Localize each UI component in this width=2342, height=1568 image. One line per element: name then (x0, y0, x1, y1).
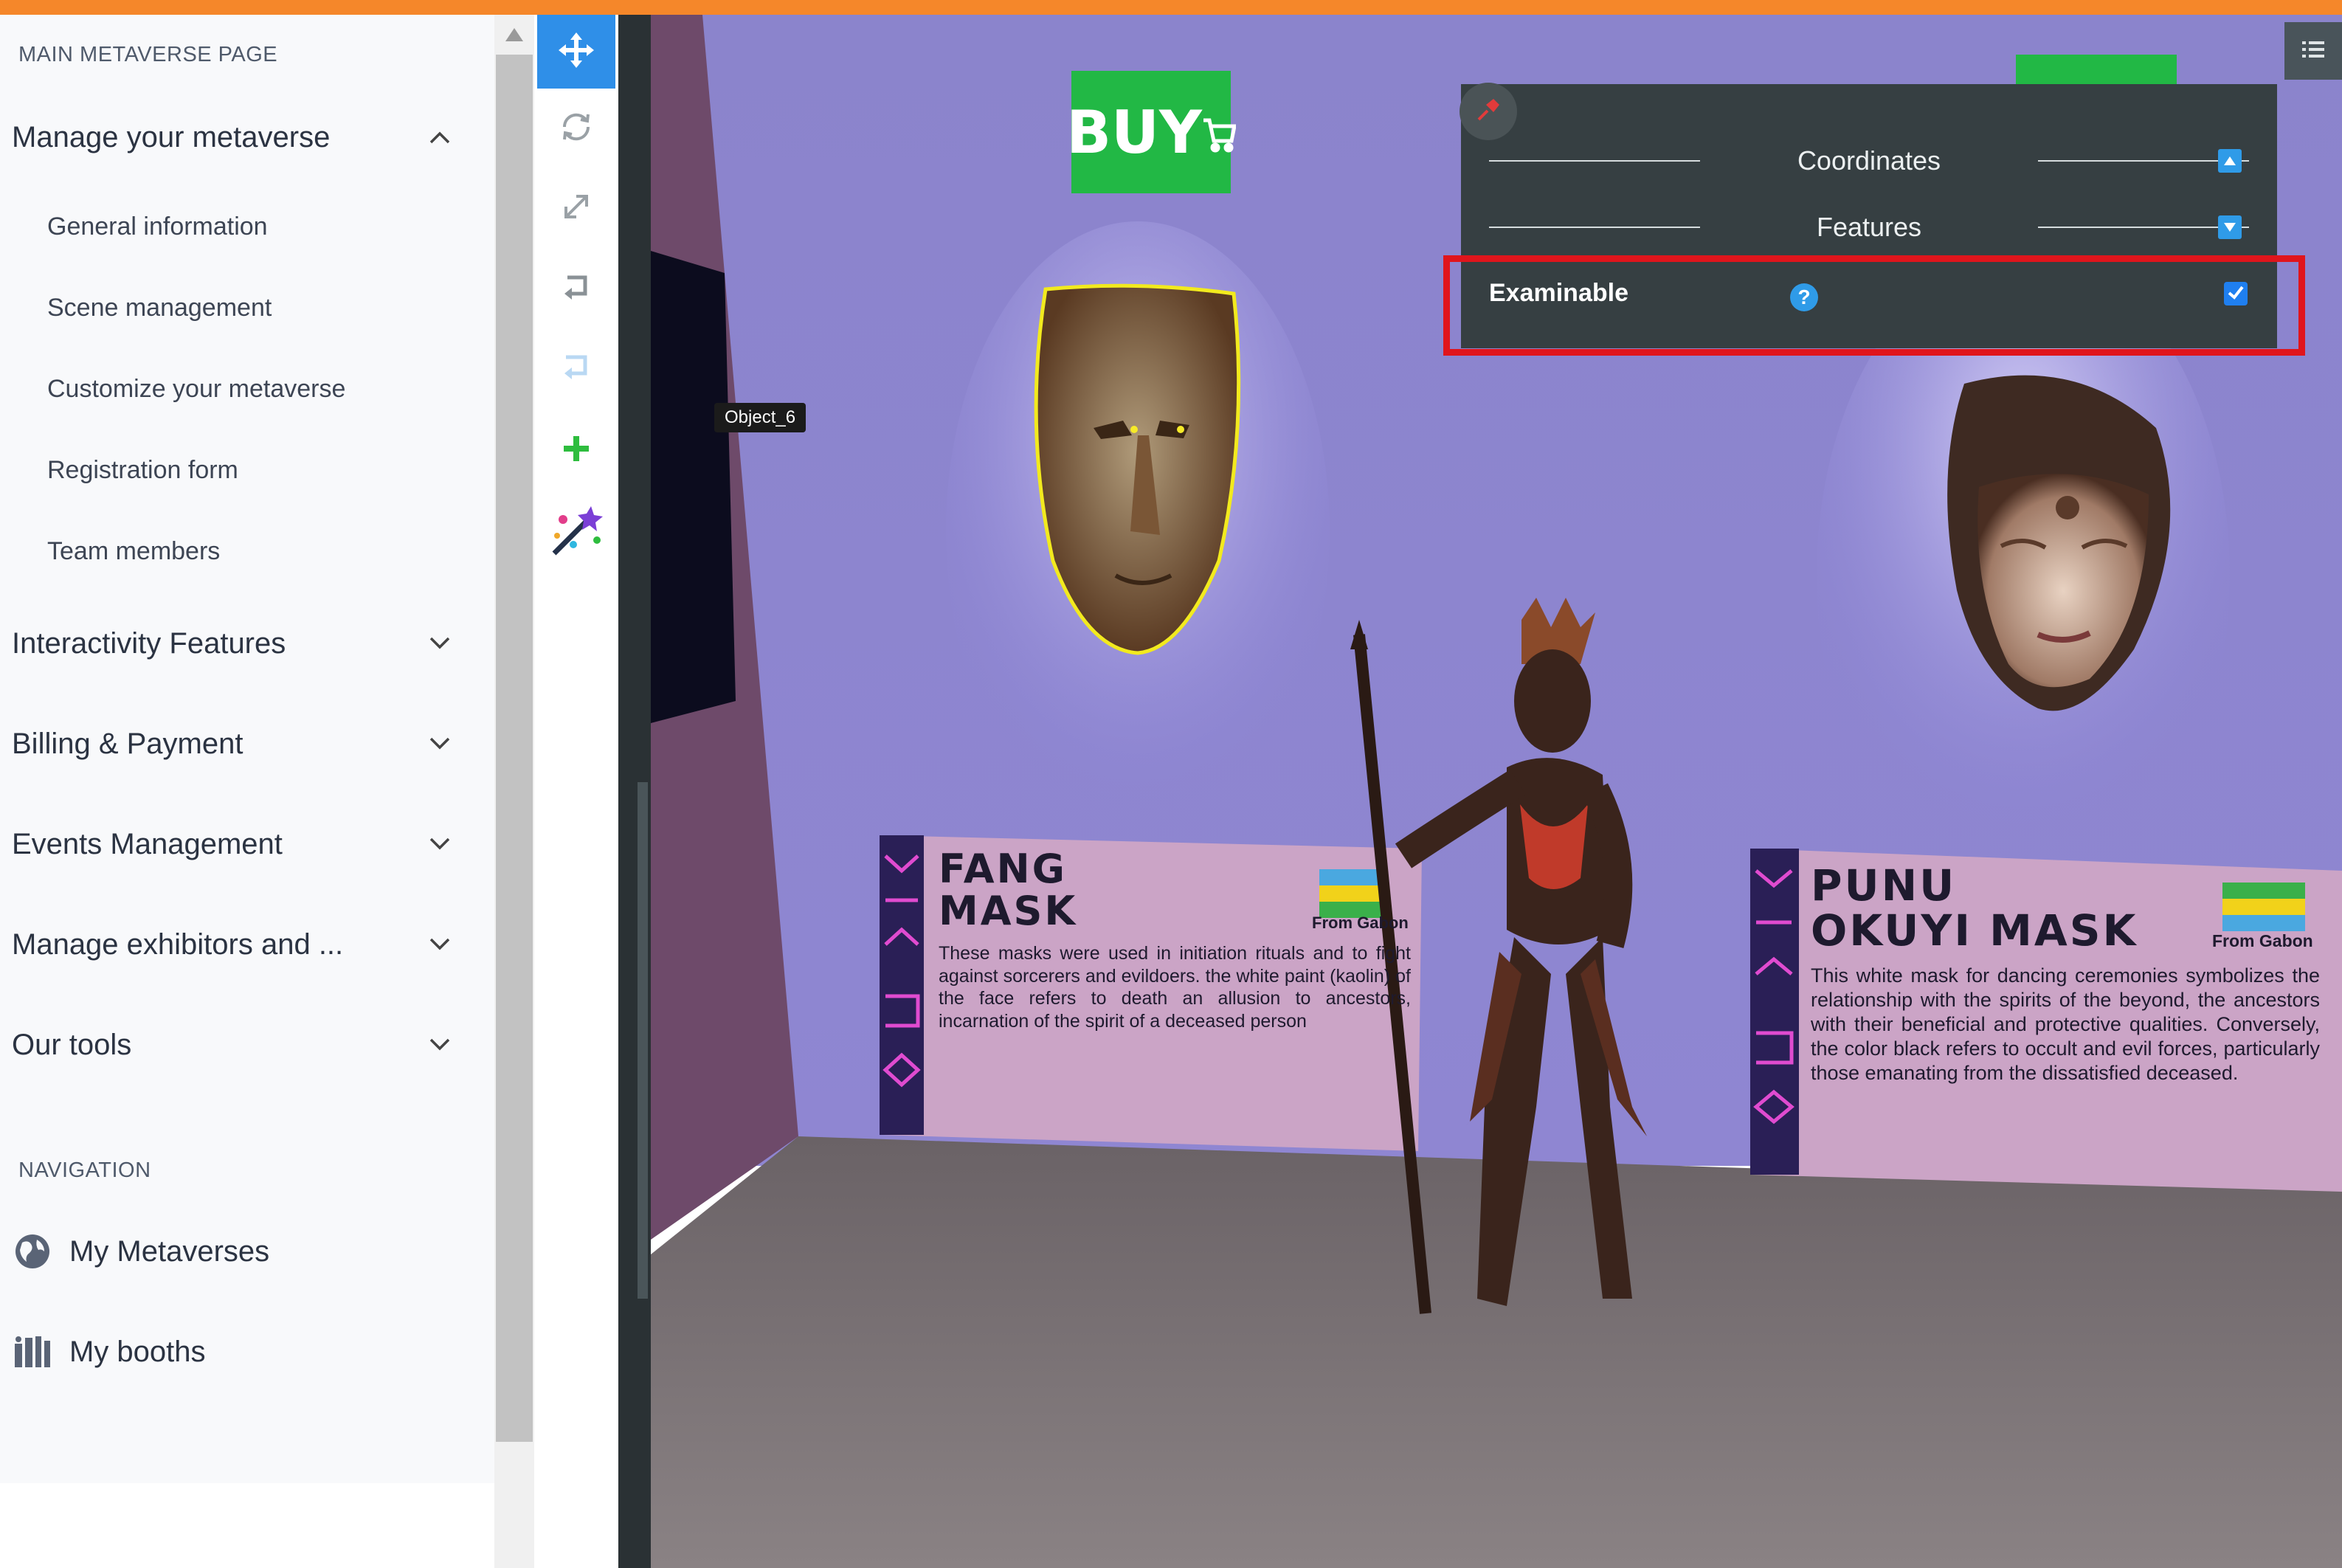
menu-group-label: Interactivity Features (12, 626, 286, 660)
checkmark-icon (2227, 284, 2245, 304)
buy-sign[interactable]: BUY (1066, 71, 1237, 193)
top-accent-bar (0, 0, 2342, 15)
rotate-tool-button[interactable] (537, 91, 615, 165)
nav-label: My Metaverses (69, 1234, 270, 1268)
submenu-registration-form[interactable]: Registration form (47, 456, 238, 485)
cart-icon (1202, 98, 1237, 167)
menu-group-label: Manage exhibitors and ... (12, 928, 344, 961)
editor-toolbar (534, 15, 618, 1568)
move-arrows-icon (557, 31, 595, 73)
scroll-up-arrow-icon[interactable] (503, 25, 525, 44)
submenu-team-members[interactable]: Team members (47, 537, 220, 566)
menu-group-our-tools[interactable]: Our tools (12, 1023, 455, 1067)
pin-button[interactable] (1460, 83, 1517, 140)
menu-group-label: Events Management (12, 827, 283, 860)
menu-group-events-management[interactable]: Events Management (12, 822, 455, 866)
features-label: Features (1816, 212, 1922, 242)
divider-line (1489, 160, 1700, 162)
plaque-origin-right: From Gabon (2212, 931, 2313, 951)
submenu-general-information[interactable]: General information (47, 213, 268, 241)
magic-wand-button[interactable] (537, 496, 615, 570)
chevron-down-icon (425, 930, 455, 959)
nav-label: My booths (69, 1335, 206, 1368)
resize-diagonal-icon (560, 190, 593, 227)
scale-tool-button[interactable] (537, 171, 615, 245)
rotate-icon (559, 109, 594, 148)
divider-line (1489, 227, 1700, 228)
scrollbar-thumb[interactable] (496, 55, 533, 1442)
pin-icon (1476, 97, 1501, 126)
buy-label: BUY (1066, 97, 1202, 167)
booths-icon (12, 1331, 53, 1372)
sidebar-footer-area (0, 1483, 494, 1568)
menu-group-manage-metaverse[interactable]: Manage your metaverse (12, 115, 455, 159)
origin-label: From Gabon (2212, 931, 2313, 950)
submenu-customize-metaverse[interactable]: Customize your metaverse (47, 375, 345, 404)
undo-arrow-icon (560, 351, 593, 384)
plaque-title-line1: FANG (939, 846, 1067, 892)
list-menu-icon (2302, 40, 2324, 63)
plus-icon (562, 434, 591, 467)
menu-group-interactivity-features[interactable]: Interactivity Features (12, 621, 455, 666)
origin-label: From Gabon (1312, 913, 1409, 932)
menu-group-manage-exhibitors[interactable]: Manage exhibitors and ... (12, 922, 455, 967)
plaque-punu-okuyi-mask: PUNU OKUYI MASK This white mask for danc… (1811, 863, 2320, 1085)
object-label-tooltip: Object_6 (714, 403, 806, 432)
section-heading-main: MAIN METAVERSE PAGE (18, 43, 278, 66)
chevron-down-icon (425, 1030, 455, 1060)
help-icon[interactable]: ? (1790, 283, 1818, 311)
plaque-description: These masks were used in initiation ritu… (939, 943, 1411, 1032)
chevron-down-icon (425, 729, 455, 759)
collapse-up-icon[interactable] (2218, 149, 2242, 173)
nav-my-metaverses[interactable]: My Metaverses (12, 1229, 269, 1274)
return-arrow-icon (560, 272, 593, 305)
sidebar: MAIN METAVERSE PAGE Manage your metavers… (0, 15, 494, 1483)
chevron-up-icon (425, 122, 455, 152)
globe-icon (12, 1231, 53, 1272)
plaque-title-line1: PUNU (1811, 860, 1957, 911)
examinable-checkbox[interactable] (2224, 282, 2248, 305)
magic-wand-icon (548, 503, 604, 563)
menu-group-label: Our tools (12, 1028, 132, 1061)
nav-my-booths[interactable]: My booths (12, 1330, 206, 1374)
scene-menu-button[interactable] (2284, 22, 2342, 80)
chevron-down-icon (425, 629, 455, 658)
coordinates-row[interactable]: Coordinates (1489, 139, 2249, 183)
plaque-origin-left: From Gabon (1312, 913, 1409, 933)
plaque-description: This white mask for dancing ceremonies s… (1811, 964, 2320, 1084)
green-marker (2016, 55, 2177, 86)
coordinates-label: Coordinates (1797, 145, 1941, 176)
undo-tool-button[interactable] (537, 331, 615, 404)
menu-group-label: Billing & Payment (12, 727, 243, 760)
expand-down-icon[interactable] (2218, 215, 2242, 239)
plaque-fang-mask: FANG MASK These masks were used in initi… (939, 846, 1418, 1032)
panel-resize-handle[interactable] (618, 15, 651, 1568)
move-tool-button[interactable] (537, 15, 615, 89)
features-row[interactable]: Features (1489, 205, 2249, 249)
examinable-label: Examinable (1489, 279, 1628, 307)
add-object-button[interactable] (537, 413, 615, 487)
menu-group-label: Manage your metaverse (12, 120, 331, 153)
section-heading-navigation: NAVIGATION (18, 1158, 151, 1182)
menu-group-billing-payment[interactable]: Billing & Payment (12, 722, 455, 766)
chevron-down-icon (425, 829, 455, 859)
submenu-scene-management[interactable]: Scene management (47, 294, 272, 322)
reset-tool-button[interactable] (537, 251, 615, 325)
